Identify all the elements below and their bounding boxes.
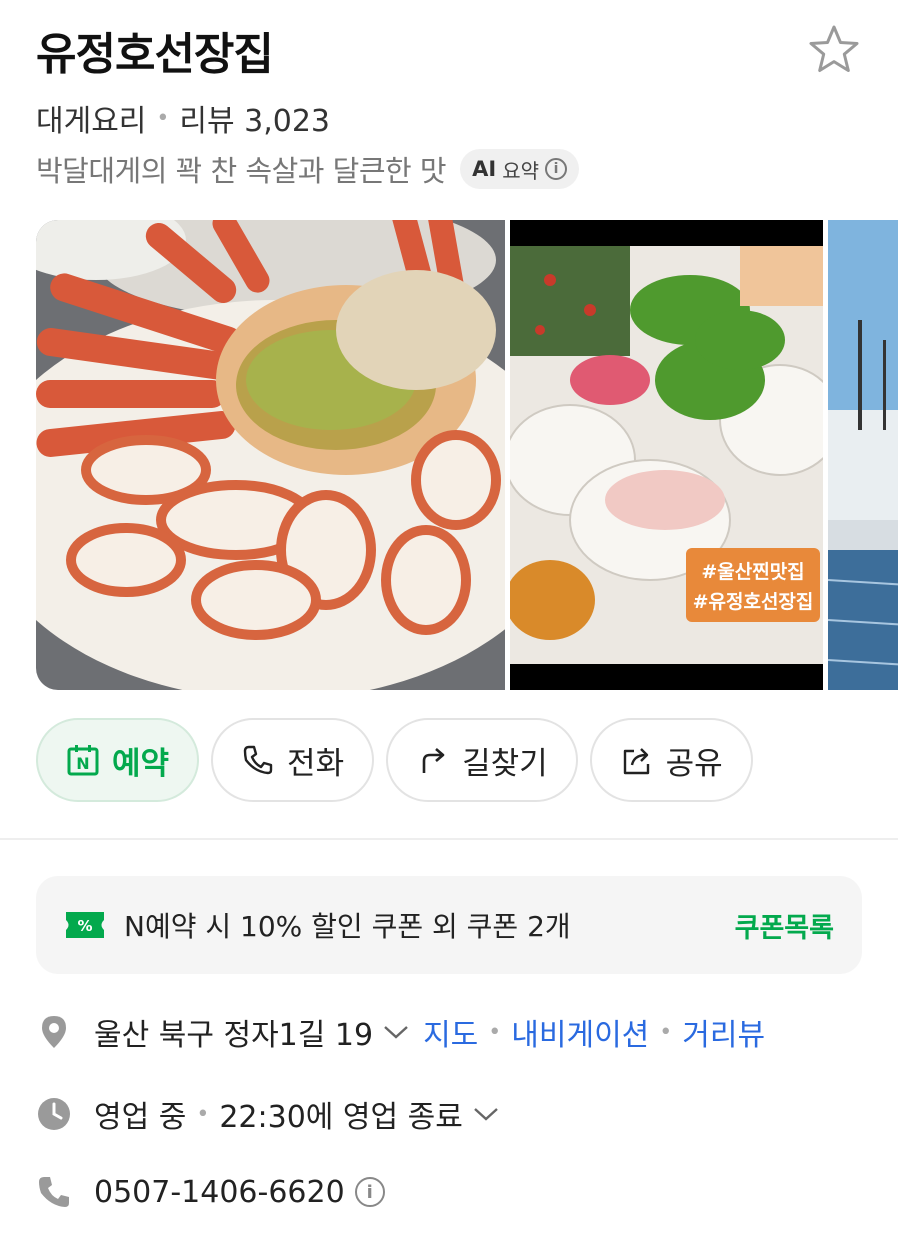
directions-label: 길찾기 — [462, 745, 548, 782]
section-divider — [0, 838, 898, 840]
coupon-icon-glyph: % — [77, 917, 92, 935]
place-name: 유정호선장집 — [36, 29, 274, 80]
naver-reserve-icon: N — [67, 745, 99, 776]
reserve-button[interactable]: N 예약 — [36, 718, 200, 802]
chevron-down-icon[interactable] — [473, 1105, 499, 1123]
photo-sashimi-platter[interactable]: #울산찐맛집 #유정호선장집 — [510, 220, 823, 690]
share-icon — [623, 748, 649, 775]
separator-dot: • — [659, 1019, 673, 1045]
map-link[interactable]: 지도 — [423, 1010, 478, 1054]
review-count[interactable]: 리뷰 3,023 — [179, 96, 330, 140]
share-label: 공유 — [665, 745, 723, 782]
reserve-label: 예약 — [112, 745, 170, 782]
call-button[interactable]: 전화 — [211, 718, 375, 802]
address-text: 울산 북구 정자1길 19 — [94, 1018, 374, 1053]
address-row: 울산 북구 정자1길 19 지도 • 내비게이션 • 거리뷰 — [36, 1010, 765, 1054]
share-button[interactable]: 공유 — [589, 718, 753, 802]
action-bar: N 예약 전화 길찾기 공유 — [36, 718, 753, 802]
summary-row: 박달대게의 꽉 찬 속살과 달큰한 맛 AI 요약 i — [36, 148, 580, 190]
hours-status: 영업 중 — [94, 1100, 187, 1135]
category-label: 대게요리 — [36, 104, 147, 139]
svg-text:N: N — [76, 754, 89, 773]
coupon-icon: % — [66, 912, 104, 938]
photo-crab-platter[interactable] — [36, 220, 505, 690]
navigation-link[interactable]: 내비게이션 — [511, 1010, 649, 1054]
clock-icon — [38, 1098, 70, 1130]
directions-button[interactable]: 길찾기 — [386, 718, 578, 802]
coupon-list-link[interactable]: 쿠폰목록 — [735, 906, 834, 945]
ai-badge-label: 요약 — [502, 158, 540, 183]
call-label: 전화 — [287, 745, 345, 782]
chevron-down-icon[interactable] — [383, 1023, 409, 1041]
info-icon: i — [545, 158, 568, 180]
photo-harbor[interactable] — [828, 220, 898, 690]
phone-row: 0507-1406-6620 i — [36, 1174, 385, 1210]
title-row: 유정호선장집 — [36, 14, 862, 84]
coupon-banner[interactable]: % N예약 시 10% 할인 쿠폰 외 쿠폰 2개 쿠폰목록 — [36, 876, 862, 974]
ai-summary-text: 박달대게의 꽉 찬 속살과 달큰한 맛 — [36, 154, 447, 188]
photo-gallery[interactable]: #울산찐맛집 #유정호선장집 — [36, 220, 898, 690]
hours-detail: 22:30에 영업 종료 — [219, 1100, 463, 1135]
hours-row: 영업 중 • 22:30에 영업 종료 — [36, 1092, 499, 1136]
street-view-link[interactable]: 거리뷰 — [682, 1010, 765, 1054]
ai-badge-prefix: AI — [472, 157, 497, 181]
separator-dot: • — [156, 105, 170, 131]
ai-summary-badge[interactable]: AI 요약 i — [460, 149, 580, 189]
separator-dot: • — [488, 1019, 502, 1045]
phone-number[interactable]: 0507-1406-6620 — [94, 1175, 345, 1210]
directions-icon — [422, 748, 445, 773]
location-pin-icon — [42, 1016, 66, 1048]
separator-dot: • — [196, 1101, 210, 1127]
coupon-text: N예약 시 10% 할인 쿠폰 외 쿠폰 2개 — [124, 910, 571, 943]
phone-icon — [39, 1177, 69, 1207]
photo-tag-1: #울산찐맛집 — [701, 561, 804, 583]
info-icon[interactable]: i — [354, 1177, 385, 1207]
meta-row: 대게요리 • 리뷰 3,023 — [36, 96, 330, 140]
phone-icon — [243, 745, 273, 775]
star-icon[interactable] — [806, 22, 862, 78]
photo-tag-2: #유정호선장집 — [693, 591, 814, 613]
